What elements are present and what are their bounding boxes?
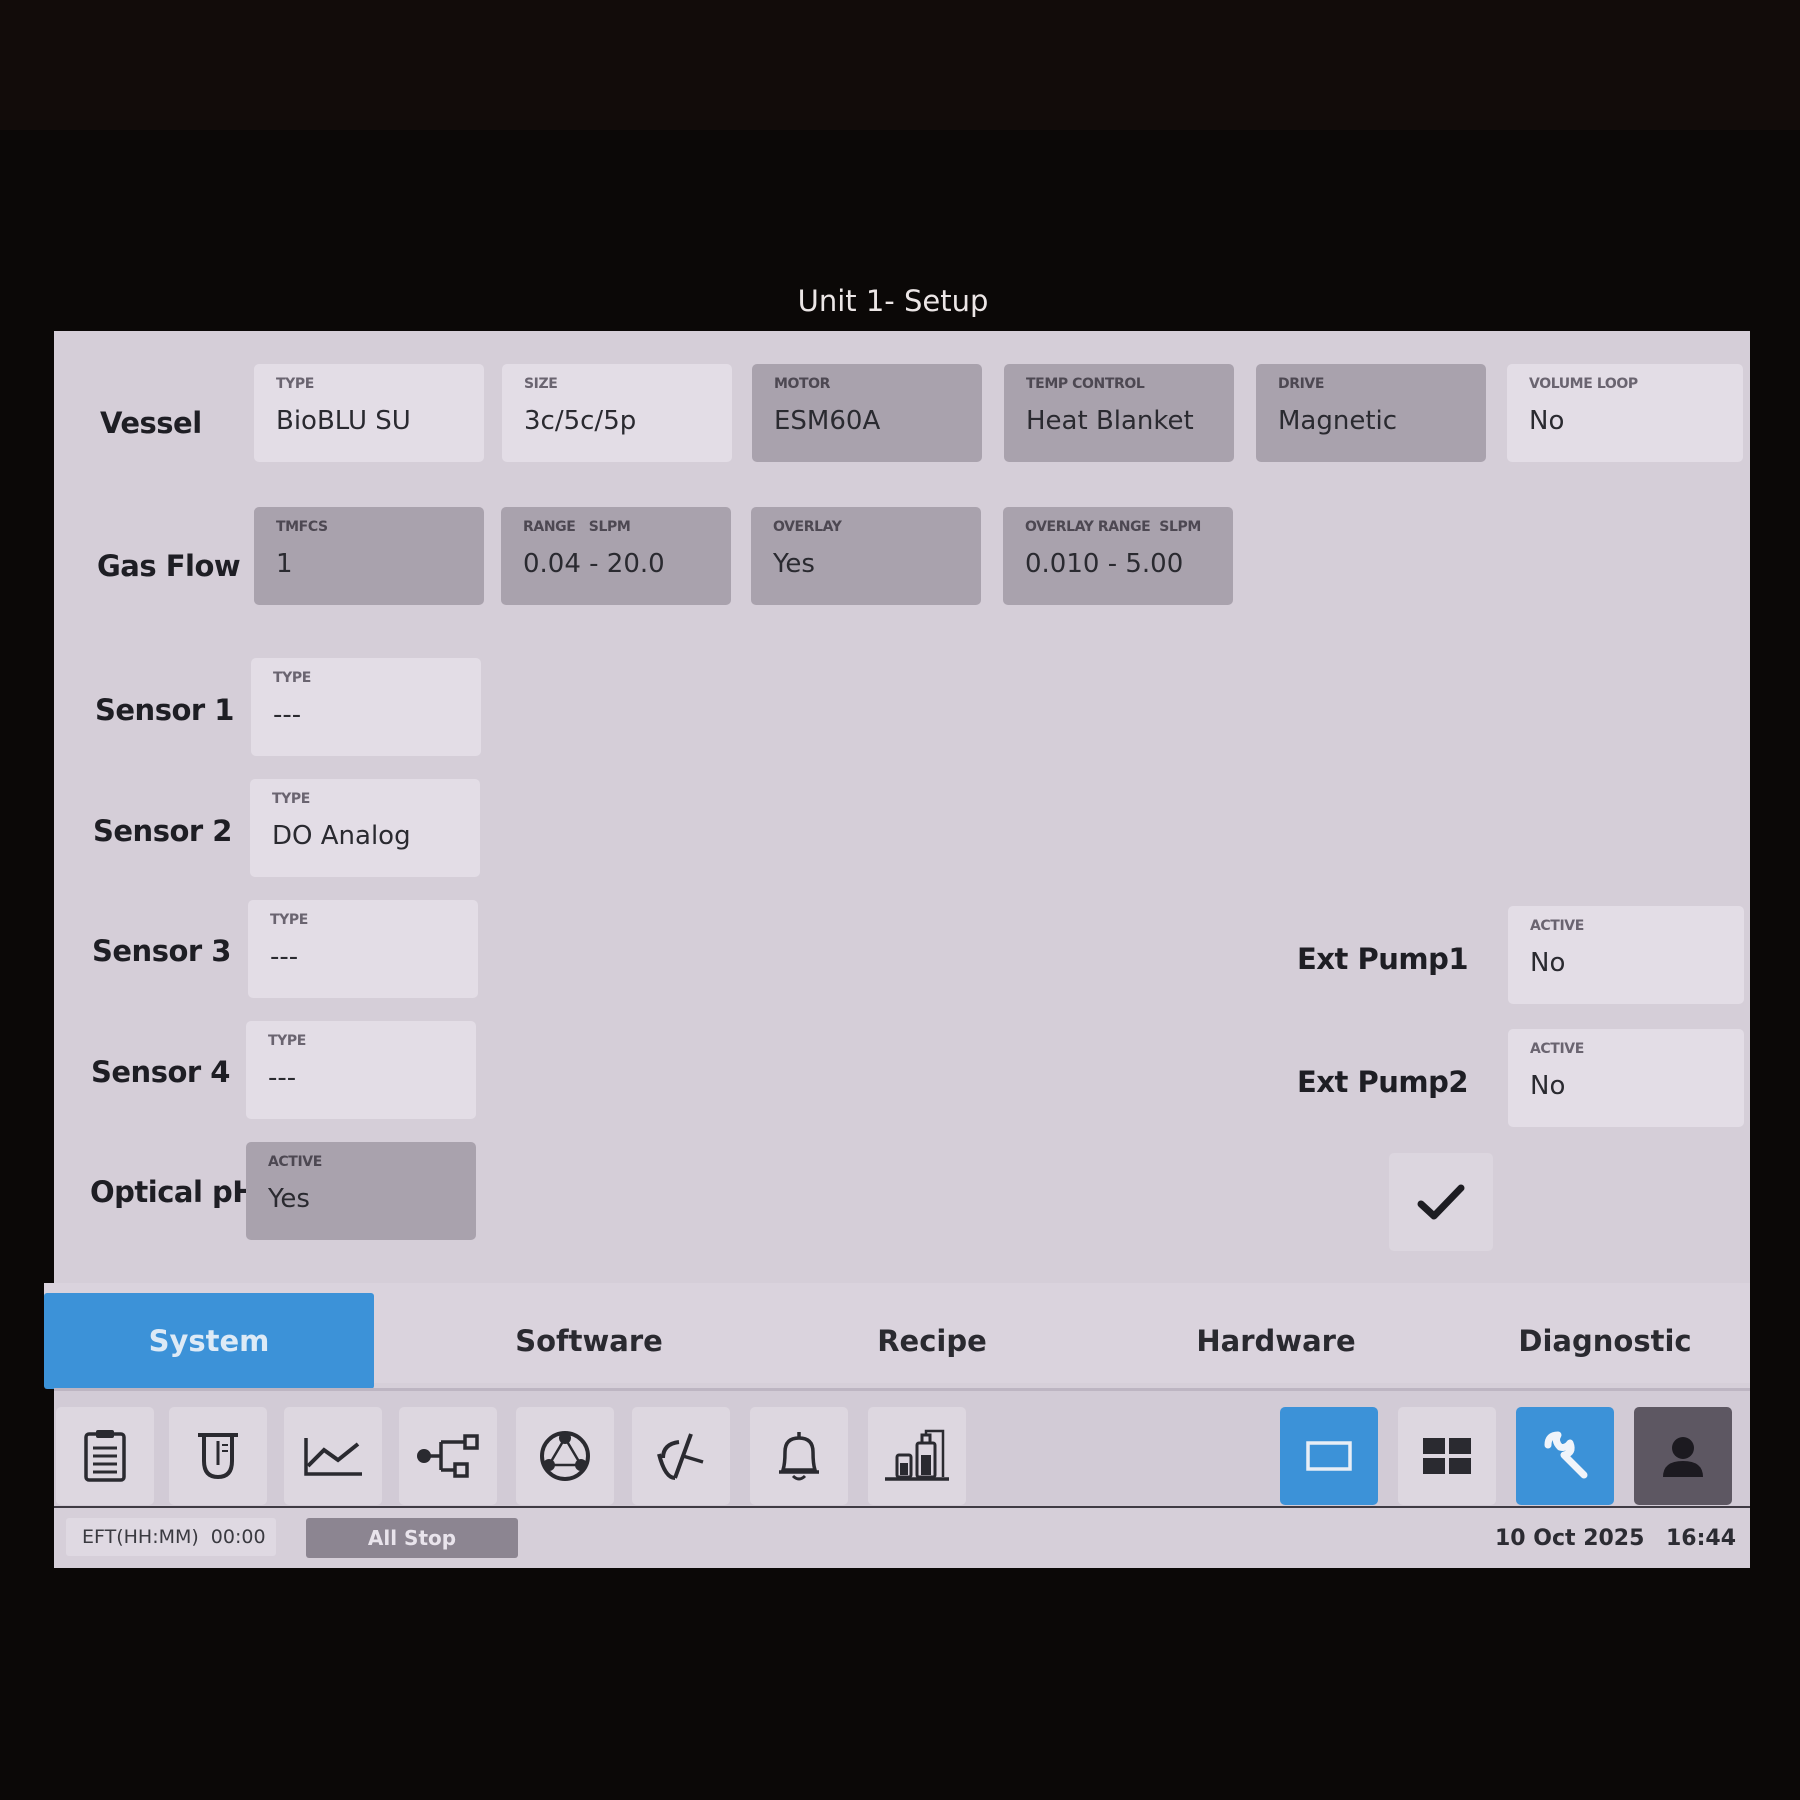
field-value: 1 [276,549,293,579]
gas-overlay-field: OVERLAY Yes [751,507,981,605]
field-value: 0.04 - 20.0 [523,549,665,579]
field-caption: TYPE [272,791,310,807]
gas-range-field: RANGE SLPM 0.04 - 20.0 [501,507,731,605]
all-stop-button[interactable]: All Stop [306,1518,518,1558]
optical-ph-label: Optical pH [90,1175,257,1209]
vessel-motor-field: MOTOR ESM60A [752,364,982,462]
field-value: No [1529,406,1565,436]
field-caption: MOTOR [774,376,831,392]
status-time: 16:44 [1666,1526,1737,1551]
field-value: --- [273,700,302,730]
field-caption: TEMP CONTROL [1026,376,1145,392]
ext-pump2-active-field[interactable]: ACTIVE No [1508,1029,1744,1127]
field-caption: DRIVE [1278,376,1325,392]
field-value: Magnetic [1278,406,1398,436]
field-value: Yes [773,549,815,579]
tab-system[interactable]: System [44,1293,374,1389]
tab-recipe[interactable]: Recipe [767,1293,1097,1389]
screen: Vessel TYPE BioBLU SU SIZE 3c/5c/5p MOTO… [44,331,1750,1568]
ext-pump2-label: Ext Pump2 [1297,1065,1469,1099]
field-caption: ACTIVE [1530,918,1584,934]
field-caption: OVERLAY [773,519,842,535]
flow-diagram-icon[interactable] [399,1407,497,1505]
sensor-1-type-field[interactable]: TYPE --- [251,658,481,756]
sensor-4-label: Sensor 4 [91,1055,230,1089]
field-value: Heat Blanket [1026,406,1194,436]
tab-hardware[interactable]: Hardware [1111,1293,1441,1389]
field-value: No [1530,948,1566,978]
pump-icon[interactable] [516,1407,614,1505]
field-value: ESM60A [774,406,881,436]
field-value: Yes [268,1184,310,1214]
field-caption: SIZE [524,376,558,392]
field-value: --- [268,1063,297,1093]
field-caption: TYPE [270,912,308,928]
field-caption: TYPE [268,1033,306,1049]
field-caption: TYPE [273,670,311,686]
eft-readout: EFT(HH:MM) 00:00 [66,1518,276,1556]
field-value: BioBLU SU [276,406,411,436]
wrench-icon[interactable] [1516,1407,1614,1505]
tab-diagnostic[interactable]: Diagnostic [1455,1293,1755,1389]
gauge-needle-icon[interactable] [632,1407,730,1505]
sensor-3-type-field[interactable]: TYPE --- [248,900,478,998]
optical-ph-active-field: ACTIVE Yes [246,1142,476,1240]
bell-icon[interactable] [750,1407,848,1505]
vessel-drive-field: DRIVE Magnetic [1256,364,1486,462]
field-caption: VOLUME LOOP [1529,376,1638,392]
sensor-3-label: Sensor 3 [92,934,231,968]
field-caption: OVERLAY RANGE SLPM [1025,519,1201,535]
field-value: 3c/5c/5p [524,406,637,436]
field-caption: ACTIVE [268,1154,322,1170]
ext-pump1-active-field[interactable]: ACTIVE No [1508,906,1744,1004]
eft-value: 00:00 [210,1526,266,1548]
page-title: Unit 1- Setup [797,284,989,318]
feed-bottles-icon[interactable] [868,1407,966,1505]
field-value: --- [270,942,299,972]
vessel-volume-loop-field[interactable]: VOLUME LOOP No [1507,364,1743,462]
grid-view-icon[interactable] [1398,1407,1496,1505]
gas-tmfcs-field: TMFCS 1 [254,507,484,605]
field-value: No [1530,1071,1566,1101]
field-caption: RANGE SLPM [523,519,631,535]
monitor-bezel [0,0,1800,130]
setup-panel: Vessel TYPE BioBLU SU SIZE 3c/5c/5p MOTO… [54,331,1750,1283]
sensor-4-type-field[interactable]: TYPE --- [246,1021,476,1119]
gas-overlay-range-field: OVERLAY RANGE SLPM 0.010 - 5.00 [1003,507,1233,605]
field-caption: TMFCS [276,519,328,535]
vessel-temp-control-field: TEMP CONTROL Heat Blanket [1004,364,1234,462]
sensor-2-type-field[interactable]: TYPE DO Analog [250,779,480,877]
field-caption: ACTIVE [1530,1041,1584,1057]
eft-label: EFT(HH:MM) [82,1526,199,1548]
checkmark-icon [1417,1184,1465,1220]
vessel-label: Vessel [100,406,202,440]
vessel-size-field[interactable]: SIZE 3c/5c/5p [502,364,732,462]
ext-pump1-label: Ext Pump1 [1297,942,1469,976]
confirm-button[interactable] [1389,1153,1493,1251]
sensor-1-label: Sensor 1 [95,693,234,727]
gas-flow-label: Gas Flow [97,549,241,583]
status-bar: EFT(HH:MM) 00:00 All Stop 10 Oct 2025 16… [54,1506,1750,1568]
field-caption: TYPE [276,376,314,392]
toolbar [54,1388,1750,1509]
clipboard-icon[interactable] [56,1407,154,1505]
vessel-icon[interactable] [169,1407,267,1505]
tab-bar: System Software Recipe Hardware Diagnost… [44,1283,1750,1389]
vessel-type-field[interactable]: TYPE BioBLU SU [254,364,484,462]
status-date: 10 Oct 2025 [1495,1526,1645,1551]
trend-chart-icon[interactable] [284,1407,382,1505]
single-view-icon[interactable] [1280,1407,1378,1505]
field-value: DO Analog [272,821,411,851]
field-value: 0.010 - 5.00 [1025,549,1184,579]
user-icon[interactable] [1634,1407,1732,1505]
tab-software[interactable]: Software [424,1293,754,1389]
sensor-2-label: Sensor 2 [93,814,232,848]
